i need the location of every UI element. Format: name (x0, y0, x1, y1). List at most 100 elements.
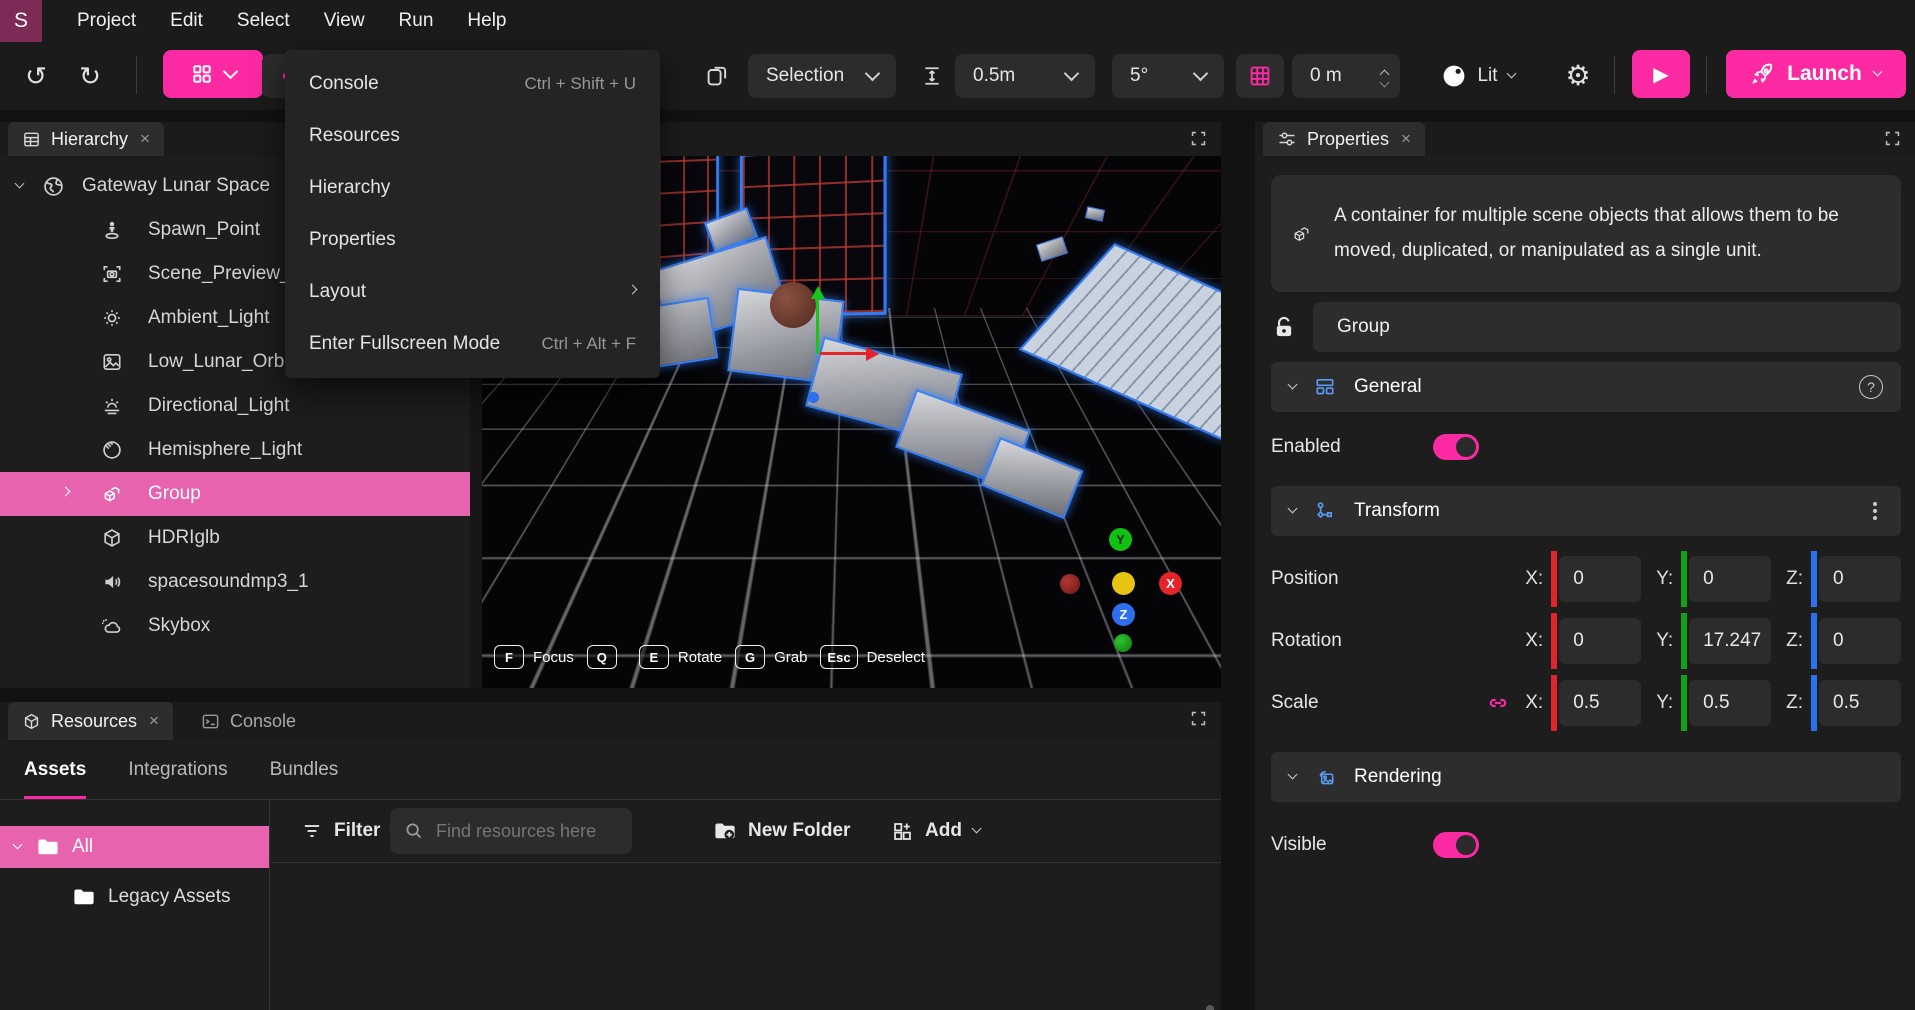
scrollbar-thumb[interactable] (1206, 1005, 1214, 1010)
subtab-integrations[interactable]: Integrations (128, 740, 227, 799)
tree-item-label: HDRIglb (148, 527, 220, 549)
scale-x-input[interactable]: 0.5 (1559, 680, 1641, 726)
expand-panel-button[interactable] (1190, 710, 1207, 727)
rotation-snap-dropdown[interactable]: 5° (1112, 54, 1224, 98)
axis-badge-x[interactable]: X (1159, 572, 1182, 595)
close-icon[interactable]: × (149, 711, 159, 731)
position-y-input[interactable]: 0 (1689, 556, 1771, 602)
position-z-input[interactable]: 0 (1819, 556, 1901, 602)
vertical-snap-button[interactable] (912, 54, 952, 98)
close-icon[interactable]: × (1401, 129, 1411, 149)
tab-console[interactable]: Console (187, 702, 310, 740)
axis-z-label: Z: (1786, 568, 1803, 590)
tree-item[interactable]: Skybox (0, 604, 470, 648)
play-button[interactable]: ▶ (1632, 50, 1690, 98)
app-logo[interactable]: S (0, 0, 42, 42)
tab-properties[interactable]: Properties × (1263, 122, 1425, 156)
gizmo-y-axis[interactable] (816, 298, 819, 354)
enabled-toggle[interactable] (1433, 434, 1479, 460)
position-x-input[interactable]: 0 (1559, 556, 1641, 602)
redo-button[interactable]: ↻ (70, 54, 110, 98)
menu-run[interactable]: Run (382, 10, 451, 32)
object-name-field[interactable]: Group (1313, 302, 1901, 352)
kebab-menu-icon[interactable] (1873, 509, 1877, 513)
menu-item-properties[interactable]: Properties (285, 214, 660, 266)
menu-item-console[interactable]: Console Ctrl + Shift + U (285, 58, 660, 110)
menu-item-layout[interactable]: Layout (285, 266, 660, 318)
menu-select[interactable]: Select (220, 10, 307, 32)
tree-item[interactable]: spacesoundmp3_1 (0, 560, 470, 604)
transform-icon (1314, 500, 1336, 522)
rotation-row: Rotation X: 0 Y: 17.247 Z: 0 (1271, 612, 1901, 670)
section-general[interactable]: General ? (1271, 362, 1901, 412)
unlock-icon[interactable] (1271, 314, 1297, 340)
rotation-y-input[interactable]: 17.247 (1689, 618, 1771, 664)
menu-item-hierarchy[interactable]: Hierarchy (285, 162, 660, 214)
menu-item-fullscreen[interactable]: Enter Fullscreen Mode Ctrl + Alt + F (285, 318, 660, 370)
scale-y-group: Y: 0.5 (1656, 675, 1771, 731)
filter-dropdown[interactable]: Filter (301, 800, 398, 862)
settings-button[interactable]: ⚙ (1556, 54, 1600, 98)
new-folder-button[interactable]: New Folder (713, 800, 850, 862)
close-icon[interactable]: × (140, 129, 150, 149)
axis-badge-x-label: X (1166, 576, 1175, 591)
launch-button[interactable]: Launch (1726, 50, 1906, 98)
lit-sphere-icon (1441, 63, 1467, 89)
grid-size-dropdown[interactable]: 0.5m (955, 54, 1095, 98)
stepper-arrows[interactable] (1381, 67, 1388, 86)
tree-item[interactable]: HDRIglb (0, 516, 470, 560)
subtab-assets[interactable]: Assets (24, 740, 86, 799)
axis-badge-z[interactable]: Z (1112, 603, 1135, 626)
folder-item-all[interactable]: All (0, 826, 269, 868)
expand-panel-button[interactable] (1190, 130, 1207, 147)
axis-badge-center[interactable] (1112, 572, 1135, 595)
tab-hierarchy[interactable]: Hierarchy × (8, 122, 164, 156)
rotation-z-input[interactable]: 0 (1819, 618, 1901, 664)
add-resource-dropdown[interactable]: Add (891, 800, 980, 862)
selection-mode-dropdown[interactable]: Selection (748, 54, 896, 98)
resources-region: Resources × Console Assets Integrations … (0, 702, 1221, 1010)
rotation-x-input[interactable]: 0 (1559, 618, 1641, 664)
undo-button[interactable]: ↺ (16, 54, 56, 98)
section-transform[interactable]: Transform (1271, 486, 1901, 536)
grid-height-stepper[interactable]: 0 m (1292, 54, 1400, 98)
general-icon (1314, 376, 1336, 398)
gizmo-y-arrow[interactable] (811, 286, 825, 299)
bounds-tool-button[interactable] (695, 54, 739, 98)
chevron-right-icon[interactable] (61, 487, 71, 497)
axis-badge-y[interactable]: Y (1109, 528, 1132, 551)
shading-mode-dropdown[interactable]: Lit (1420, 54, 1536, 98)
menu-edit[interactable]: Edit (153, 10, 220, 32)
subtab-bundles[interactable]: Bundles (270, 740, 339, 799)
expand-panel-button[interactable] (1884, 130, 1901, 147)
axis-y-bar (1681, 613, 1687, 669)
menu-item-resources[interactable]: Resources (285, 110, 660, 162)
grid-toggle-button[interactable] (1236, 54, 1284, 98)
menu-project[interactable]: Project (60, 10, 153, 32)
menu-help[interactable]: Help (450, 10, 523, 32)
tree-item-selected[interactable]: Group (0, 472, 470, 516)
gizmo-z-handle[interactable] (808, 392, 819, 403)
position-y-group: Y: 0 (1656, 551, 1771, 607)
chevron-down-icon[interactable] (15, 179, 25, 189)
hint-q: Q (587, 645, 626, 669)
search-input[interactable] (434, 820, 608, 843)
resource-search[interactable] (390, 808, 632, 854)
menu-view[interactable]: View (307, 10, 382, 32)
gizmo-x-arrow[interactable] (866, 347, 879, 361)
tree-item-label: spacesoundmp3_1 (148, 571, 309, 593)
scale-y-input[interactable]: 0.5 (1689, 680, 1771, 726)
tree-item[interactable]: Directional_Light (0, 384, 470, 428)
scale-z-input[interactable]: 0.5 (1819, 680, 1901, 726)
layout-grid-button[interactable] (163, 50, 263, 98)
tree-item[interactable]: Hemisphere_Light (0, 428, 470, 472)
link-scale-icon[interactable] (1486, 691, 1510, 715)
section-rendering[interactable]: Rendering (1271, 752, 1901, 802)
tab-resources[interactable]: Resources × (8, 702, 173, 740)
visible-toggle[interactable] (1433, 832, 1479, 858)
axis-z-bar (1811, 613, 1817, 669)
help-icon[interactable]: ? (1859, 375, 1883, 399)
folder-item-legacy[interactable]: Legacy Assets (0, 876, 269, 918)
gizmo-x-axis[interactable] (820, 352, 866, 355)
axis-z-label: Z: (1786, 692, 1803, 714)
